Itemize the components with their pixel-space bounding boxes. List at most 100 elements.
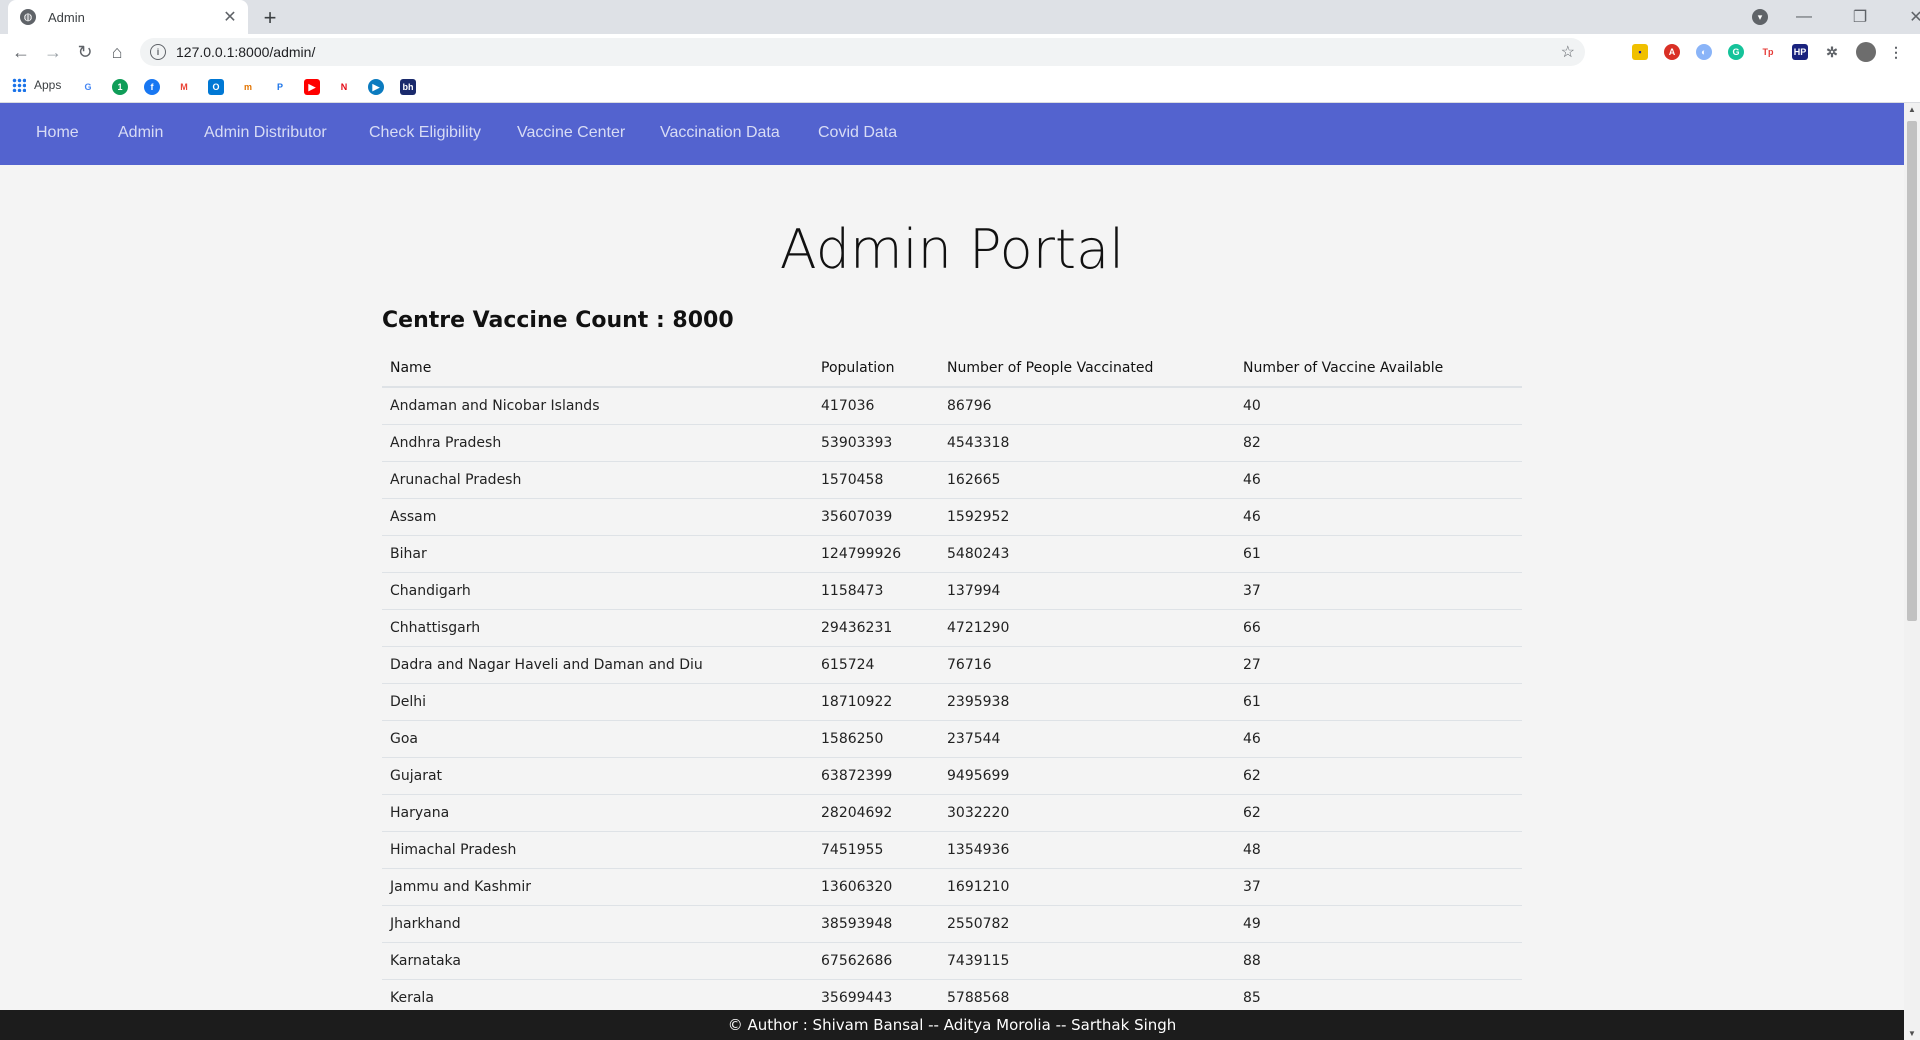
table-cell: 46 xyxy=(1235,720,1522,758)
back-icon[interactable]: ← xyxy=(9,40,33,64)
close-window-icon[interactable]: ✕ xyxy=(1888,7,1920,27)
bookmarks-bar: Apps G 1 f M O m P ▶ N ▶ bh xyxy=(0,70,1920,103)
table-cell: 237544 xyxy=(939,720,1235,758)
table-cell: 82 xyxy=(1235,424,1522,462)
bookmark-icon[interactable]: 1 xyxy=(112,79,128,95)
table-cell: 137994 xyxy=(939,572,1235,610)
site-info-icon[interactable]: i xyxy=(150,44,166,60)
extension-icon[interactable]: ▪ xyxy=(1632,44,1648,60)
table-row: Andaman and Nicobar Islands 417036 86796 40 xyxy=(382,387,1522,425)
browser-tabbar: ◍ Admin ✕ + ▾ — ❐ ✕ xyxy=(0,0,1920,34)
netflix-icon[interactable]: N xyxy=(336,79,352,95)
table-row: Goa 1586250 237544 46 xyxy=(382,720,1522,758)
outlook-icon[interactable]: O xyxy=(208,79,224,95)
nav-check-eligibility[interactable]: Check Eligibility xyxy=(369,124,481,142)
nav-vaccination-data[interactable]: Vaccination Data xyxy=(660,124,780,142)
grammarly-extension-icon[interactable]: G xyxy=(1728,44,1744,60)
gmail-icon[interactable]: M xyxy=(176,79,192,95)
table-cell: 67562686 xyxy=(813,942,939,980)
url-text[interactable]: 127.0.0.1:8000/admin/ xyxy=(176,44,315,60)
table-row: Andhra Pradesh 53903393 4543318 82 xyxy=(382,424,1522,462)
apps-grid-icon xyxy=(12,78,26,92)
extensions-puzzle-icon[interactable]: ✲ xyxy=(1824,44,1840,60)
table-row: Chandigarh 1158473 137994 37 xyxy=(382,572,1522,610)
scroll-up-icon[interactable]: ▲ xyxy=(1908,105,1916,114)
youtube-icon[interactable]: ▶ xyxy=(304,79,320,95)
table-cell: 86796 xyxy=(939,387,1235,425)
address-bar[interactable]: i 127.0.0.1:8000/admin/ ☆ xyxy=(140,38,1585,66)
nav-covid-data[interactable]: Covid Data xyxy=(818,124,897,142)
minimize-icon[interactable]: — xyxy=(1776,8,1832,26)
bookmark-star-icon[interactable]: ☆ xyxy=(1561,42,1575,62)
avatar[interactable] xyxy=(1856,42,1876,62)
new-tab-button[interactable]: + xyxy=(258,5,282,30)
browser-tab[interactable]: ◍ Admin ✕ xyxy=(8,0,248,34)
table-cell: Delhi xyxy=(382,683,813,721)
table-cell: 13606320 xyxy=(813,868,939,906)
scrollbar-thumb[interactable] xyxy=(1907,121,1917,621)
table-row: Bihar 124799926 5480243 61 xyxy=(382,535,1522,573)
bookmark-icon[interactable]: m xyxy=(240,79,256,95)
reload-icon[interactable]: ↻ xyxy=(73,40,97,64)
state-data-table: Name Population Number of People Vaccina… xyxy=(382,350,1522,1010)
table-cell: Himachal Pradesh xyxy=(382,831,813,869)
play-icon[interactable]: ▶ xyxy=(368,79,384,95)
scroll-down-icon[interactable]: ▼ xyxy=(1908,1029,1916,1038)
table-cell: Karnataka xyxy=(382,942,813,980)
table-cell: 2395938 xyxy=(939,683,1235,721)
close-tab-icon[interactable]: ✕ xyxy=(220,7,240,27)
table-cell: 85 xyxy=(1235,979,1522,1010)
table-cell: 37 xyxy=(1235,572,1522,610)
table-cell: 1592952 xyxy=(939,498,1235,536)
table-row: Gujarat 63872399 9495699 62 xyxy=(382,757,1522,795)
table-cell: 7439115 xyxy=(939,942,1235,980)
tab-search-icon[interactable]: ▾ xyxy=(1752,9,1768,25)
table-row: Karnataka 67562686 7439115 88 xyxy=(382,942,1522,980)
table-cell: Kerala xyxy=(382,979,813,1010)
table-cell: 162665 xyxy=(939,461,1235,499)
table-cell: 27 xyxy=(1235,646,1522,684)
page-viewport: Home Admin Admin Distributor Check Eligi… xyxy=(0,103,1904,1010)
table-cell: 61 xyxy=(1235,683,1522,721)
scrollbar[interactable]: ▲ ▼ xyxy=(1904,103,1920,1040)
table-cell: Chandigarh xyxy=(382,572,813,610)
facebook-icon[interactable]: f xyxy=(144,79,160,95)
nav-home[interactable]: Home xyxy=(36,124,79,142)
extension-icon[interactable]: ◐ xyxy=(1696,44,1712,60)
table-cell: 615724 xyxy=(813,646,939,684)
table-cell: Andaman and Nicobar Islands xyxy=(382,387,813,425)
table-cell: Dadra and Nagar Haveli and Daman and Diu xyxy=(382,646,813,684)
menu-kebab-icon[interactable]: ⋮ xyxy=(1888,44,1904,60)
table-row: Kerala 35699443 5788568 85 xyxy=(382,979,1522,1010)
table-cell: Goa xyxy=(382,720,813,758)
apps-bookmark[interactable]: Apps xyxy=(12,78,61,92)
table-cell: 1158473 xyxy=(813,572,939,610)
footer: © Author : Shivam Bansal -- Aditya Morol… xyxy=(0,1010,1904,1040)
hp-extension-icon[interactable]: HP xyxy=(1792,44,1808,60)
restore-icon[interactable]: ❐ xyxy=(1832,7,1888,27)
adblock-extension-icon[interactable]: A xyxy=(1664,44,1680,60)
table-cell: Gujarat xyxy=(382,757,813,795)
table-cell: 1570458 xyxy=(813,461,939,499)
forward-icon[interactable]: → xyxy=(41,40,65,64)
table-cell: Andhra Pradesh xyxy=(382,424,813,462)
table-cell: 49 xyxy=(1235,905,1522,943)
extension-icon[interactable]: Tp xyxy=(1760,44,1776,60)
nav-admin[interactable]: Admin xyxy=(118,124,163,142)
bookmark-icon[interactable]: P xyxy=(272,79,288,95)
table-row: Delhi 18710922 2395938 61 xyxy=(382,683,1522,721)
table-row: Chhattisgarh 29436231 4721290 66 xyxy=(382,609,1522,647)
bookmark-icon[interactable]: bh xyxy=(400,79,416,95)
browser-toolbar: ← → ↻ ⌂ i 127.0.0.1:8000/admin/ ☆ ▪ A ◐ … xyxy=(0,34,1920,70)
home-icon[interactable]: ⌂ xyxy=(105,40,129,64)
google-icon[interactable]: G xyxy=(80,79,96,95)
table-cell: 61 xyxy=(1235,535,1522,573)
nav-vaccine-center[interactable]: Vaccine Center xyxy=(517,124,625,142)
table-cell: Jammu and Kashmir xyxy=(382,868,813,906)
table-cell: Assam xyxy=(382,498,813,536)
table-cell: Bihar xyxy=(382,535,813,573)
table-cell: 1586250 xyxy=(813,720,939,758)
table-cell: 46 xyxy=(1235,498,1522,536)
table-cell: 5480243 xyxy=(939,535,1235,573)
nav-admin-distributor[interactable]: Admin Distributor xyxy=(204,124,327,142)
